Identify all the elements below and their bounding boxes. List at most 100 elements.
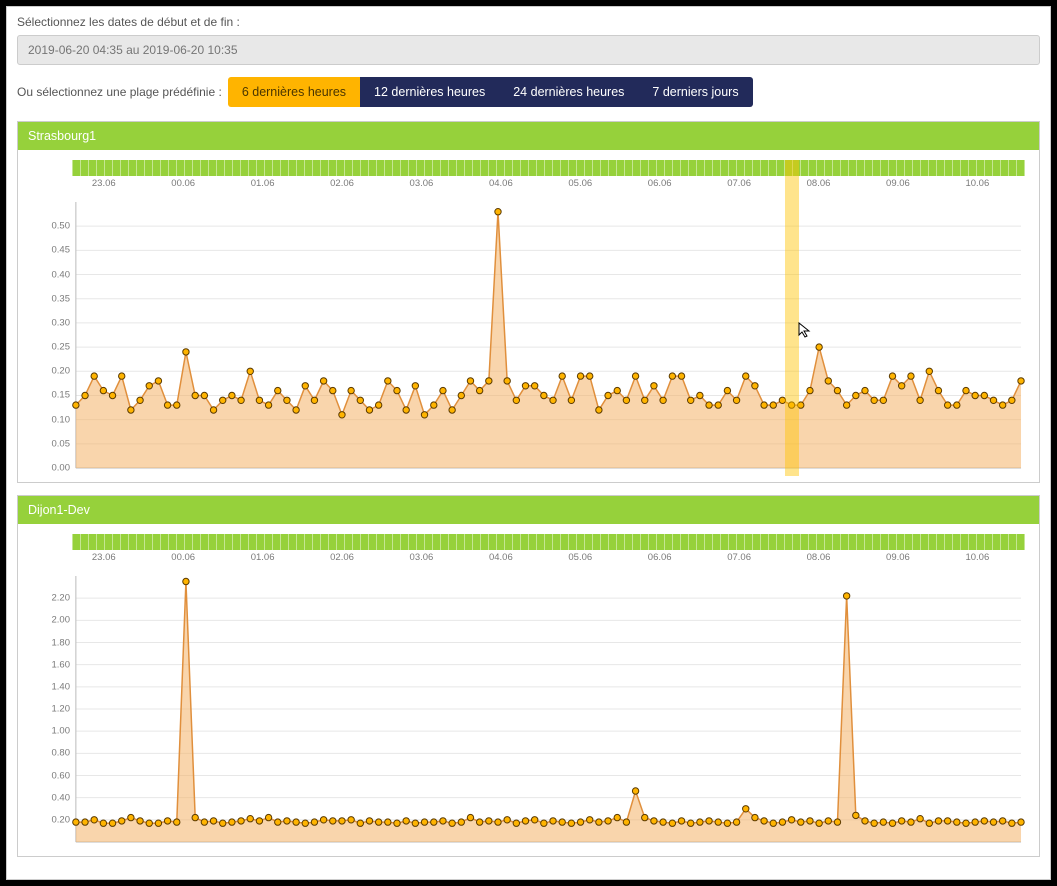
data-point[interactable] [632, 373, 638, 379]
data-point[interactable] [476, 387, 482, 393]
data-point[interactable] [541, 820, 547, 826]
data-point[interactable] [917, 397, 923, 403]
data-point[interactable] [137, 818, 143, 824]
data-point[interactable] [596, 407, 602, 413]
data-point[interactable] [522, 818, 528, 824]
data-point[interactable] [715, 402, 721, 408]
data-point[interactable] [91, 817, 97, 823]
data-point[interactable] [302, 820, 308, 826]
data-point[interactable] [954, 819, 960, 825]
data-point[interactable] [256, 818, 262, 824]
data-point[interactable] [348, 817, 354, 823]
data-point[interactable] [476, 819, 482, 825]
data-point[interactable] [302, 383, 308, 389]
data-point[interactable] [513, 820, 519, 826]
data-point[interactable] [724, 820, 730, 826]
data-point[interactable] [495, 819, 501, 825]
data-point[interactable] [137, 397, 143, 403]
data-point[interactable] [963, 820, 969, 826]
data-point[interactable] [954, 402, 960, 408]
data-point[interactable] [330, 818, 336, 824]
data-point[interactable] [623, 397, 629, 403]
data-point[interactable] [908, 819, 914, 825]
data-point[interactable] [146, 820, 152, 826]
data-point[interactable] [788, 817, 794, 823]
data-point[interactable] [697, 392, 703, 398]
data-point[interactable] [889, 820, 895, 826]
data-point[interactable] [779, 397, 785, 403]
data-point[interactable] [348, 387, 354, 393]
data-point[interactable] [403, 407, 409, 413]
data-point[interactable] [678, 373, 684, 379]
data-point[interactable] [275, 819, 281, 825]
data-point[interactable] [605, 392, 611, 398]
data-point[interactable] [220, 820, 226, 826]
date-range-input[interactable] [17, 35, 1040, 65]
data-point[interactable] [357, 397, 363, 403]
data-point[interactable] [752, 383, 758, 389]
data-point[interactable] [210, 407, 216, 413]
data-point[interactable] [394, 387, 400, 393]
data-point[interactable] [688, 397, 694, 403]
data-point[interactable] [935, 818, 941, 824]
data-point[interactable] [669, 820, 675, 826]
data-point[interactable] [724, 387, 730, 393]
data-point[interactable] [164, 818, 170, 824]
data-point[interactable] [669, 373, 675, 379]
data-point[interactable] [513, 397, 519, 403]
data-point[interactable] [412, 820, 418, 826]
chart-area[interactable]: 0.000.050.100.150.200.250.300.350.400.45… [30, 196, 1027, 476]
data-point[interactable] [651, 383, 657, 389]
data-point[interactable] [385, 378, 391, 384]
data-point[interactable] [642, 814, 648, 820]
data-point[interactable] [504, 378, 510, 384]
data-point[interactable] [743, 806, 749, 812]
data-point[interactable] [421, 412, 427, 418]
range-button-3[interactable]: 7 derniers jours [638, 77, 752, 107]
data-point[interactable] [706, 818, 712, 824]
data-point[interactable] [587, 373, 593, 379]
data-point[interactable] [577, 819, 583, 825]
data-point[interactable] [109, 820, 115, 826]
data-point[interactable] [155, 378, 161, 384]
data-point[interactable] [284, 818, 290, 824]
data-point[interactable] [660, 819, 666, 825]
data-point[interactable] [632, 788, 638, 794]
data-point[interactable] [898, 818, 904, 824]
data-point[interactable] [596, 819, 602, 825]
data-point[interactable] [761, 402, 767, 408]
data-point[interactable] [311, 819, 317, 825]
data-point[interactable] [944, 402, 950, 408]
data-point[interactable] [174, 402, 180, 408]
data-point[interactable] [458, 392, 464, 398]
data-point[interactable] [366, 818, 372, 824]
data-point[interactable] [559, 819, 565, 825]
data-point[interactable] [880, 397, 886, 403]
data-point[interactable] [73, 819, 79, 825]
data-point[interactable] [128, 407, 134, 413]
data-point[interactable] [192, 392, 198, 398]
data-point[interactable] [972, 819, 978, 825]
data-point[interactable] [917, 816, 923, 822]
data-point[interactable] [990, 397, 996, 403]
data-point[interactable] [926, 820, 932, 826]
data-point[interactable] [770, 402, 776, 408]
data-point[interactable] [614, 387, 620, 393]
data-point[interactable] [862, 818, 868, 824]
data-point[interactable] [109, 392, 115, 398]
data-point[interactable] [385, 819, 391, 825]
data-point[interactable] [394, 820, 400, 826]
data-point[interactable] [605, 818, 611, 824]
range-button-2[interactable]: 24 dernières heures [499, 77, 638, 107]
data-point[interactable] [247, 368, 253, 374]
data-point[interactable] [403, 818, 409, 824]
data-point[interactable] [733, 819, 739, 825]
data-point[interactable] [935, 387, 941, 393]
data-point[interactable] [871, 397, 877, 403]
data-point[interactable] [183, 578, 189, 584]
data-point[interactable] [623, 819, 629, 825]
data-point[interactable] [568, 397, 574, 403]
data-point[interactable] [660, 397, 666, 403]
data-point[interactable] [431, 402, 437, 408]
data-point[interactable] [944, 818, 950, 824]
